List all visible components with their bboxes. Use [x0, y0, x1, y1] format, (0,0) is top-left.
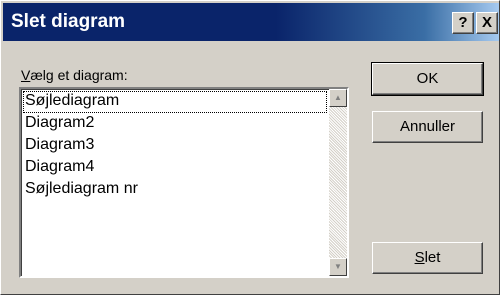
arrow-down-icon: ▼	[334, 262, 342, 271]
chart-listbox[interactable]: Søjlediagram Diagram2 Diagram3 Diagram4 …	[19, 87, 349, 278]
vertical-scrollbar[interactable]: ▲ ▼	[329, 89, 347, 276]
delete-chart-dialog: Slet diagram ? X Vælg et diagram: Søjled…	[0, 0, 500, 295]
help-icon: ?	[458, 14, 468, 31]
title-bar[interactable]: Slet diagram ? X	[3, 3, 499, 41]
list-item[interactable]: Diagram3	[23, 135, 327, 157]
ok-button[interactable]: OK	[371, 62, 484, 96]
chart-list-items: Søjlediagram Diagram2 Diagram3 Diagram4 …	[23, 91, 327, 201]
list-item[interactable]: Søjlediagram nr	[23, 179, 327, 201]
delete-button-accelerator: S	[414, 249, 425, 266]
arrow-up-icon: ▲	[334, 93, 342, 102]
list-item[interactable]: Søjlediagram	[23, 91, 327, 113]
help-button[interactable]: ?	[452, 12, 474, 34]
list-item[interactable]: Diagram4	[23, 157, 327, 179]
delete-button-label: let	[424, 249, 441, 266]
close-icon: X	[481, 14, 492, 31]
choose-chart-label-accelerator: V	[21, 67, 31, 83]
cancel-button[interactable]: Annuller	[372, 111, 483, 143]
choose-chart-label-text: ælg et diagram:	[30, 67, 128, 83]
close-button[interactable]: X	[476, 12, 498, 34]
list-item[interactable]: Diagram2	[23, 113, 327, 135]
scroll-down-button[interactable]: ▼	[329, 258, 347, 276]
choose-chart-label: Vælg et diagram:	[21, 67, 128, 83]
window-title: Slet diagram	[11, 11, 126, 32]
scroll-up-button[interactable]: ▲	[329, 89, 347, 107]
delete-button[interactable]: Slet	[372, 242, 483, 274]
